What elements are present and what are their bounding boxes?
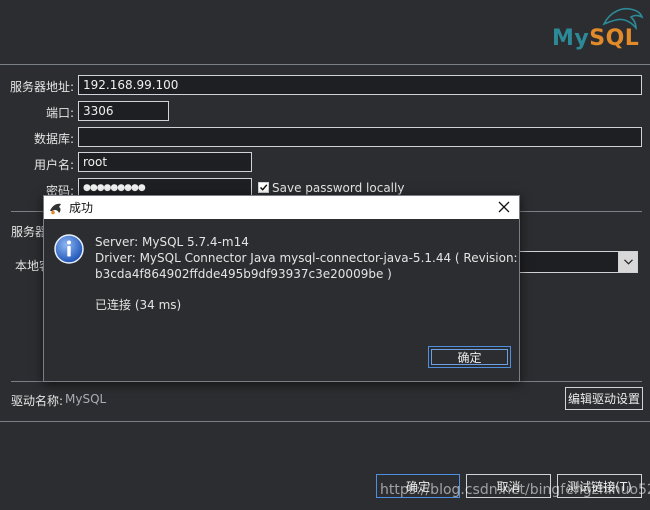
save-password-checkbox[interactable] — [258, 182, 269, 193]
user-input[interactable] — [78, 152, 252, 172]
dialog-ok-button[interactable]: 确定 — [428, 346, 511, 368]
password-mask: ●●●●●●●●● — [83, 183, 146, 193]
server-label: 服务器地址: — [9, 80, 74, 94]
watermark-text: https://blog.csdn.net/bingfengzhihuo521 — [380, 482, 650, 498]
app-dolphin-icon — [50, 203, 61, 214]
connected-status-text: 已连接 (34 ms) — [95, 298, 182, 312]
success-dialog: 成功 Server: MySQL 5.7.4-m14 Driver: MySQL… — [43, 195, 520, 382]
mysql-logo: MySQL — [552, 4, 644, 52]
server-input[interactable] — [78, 75, 642, 95]
logo-text-my: My — [552, 26, 590, 51]
port-input[interactable] — [78, 101, 169, 121]
user-label: 用户名: — [33, 158, 74, 172]
database-input[interactable] — [78, 127, 642, 147]
dialog-title-bar: 成功 — [44, 196, 519, 219]
port-label: 端口: — [45, 106, 74, 120]
driver-info-text: Driver: MySQL Connector Java mysql-conne… — [95, 251, 518, 265]
driver-label: 驱动名称: — [11, 394, 64, 408]
database-label: 数据库: — [33, 132, 74, 146]
local-client-select[interactable] — [500, 251, 638, 273]
driver-revision-text: b3cda4f864902ffdde495b9df93937c3e20009be… — [95, 267, 392, 281]
dialog-title: 成功 — [69, 201, 94, 215]
top-separator — [0, 64, 650, 65]
server-section-label: 服务器 — [11, 225, 48, 239]
dialog-ok-label: 确定 — [457, 350, 482, 365]
checkmark-icon — [259, 184, 268, 191]
save-password-label[interactable]: Save password locally — [272, 181, 404, 195]
chevron-down-icon — [623, 259, 633, 265]
bottom-separator — [0, 421, 650, 422]
server-version-text: Server: MySQL 5.7.4-m14 — [95, 235, 249, 249]
edit-driver-settings-button[interactable]: 编辑驱动设置 — [565, 387, 643, 410]
close-icon — [498, 201, 510, 213]
select-arrow-box[interactable] — [618, 252, 637, 272]
driver-value: MySQL — [65, 392, 107, 406]
dialog-close-button[interactable] — [497, 200, 511, 214]
info-icon — [54, 234, 84, 264]
logo-text-sql: SQL — [589, 26, 640, 51]
